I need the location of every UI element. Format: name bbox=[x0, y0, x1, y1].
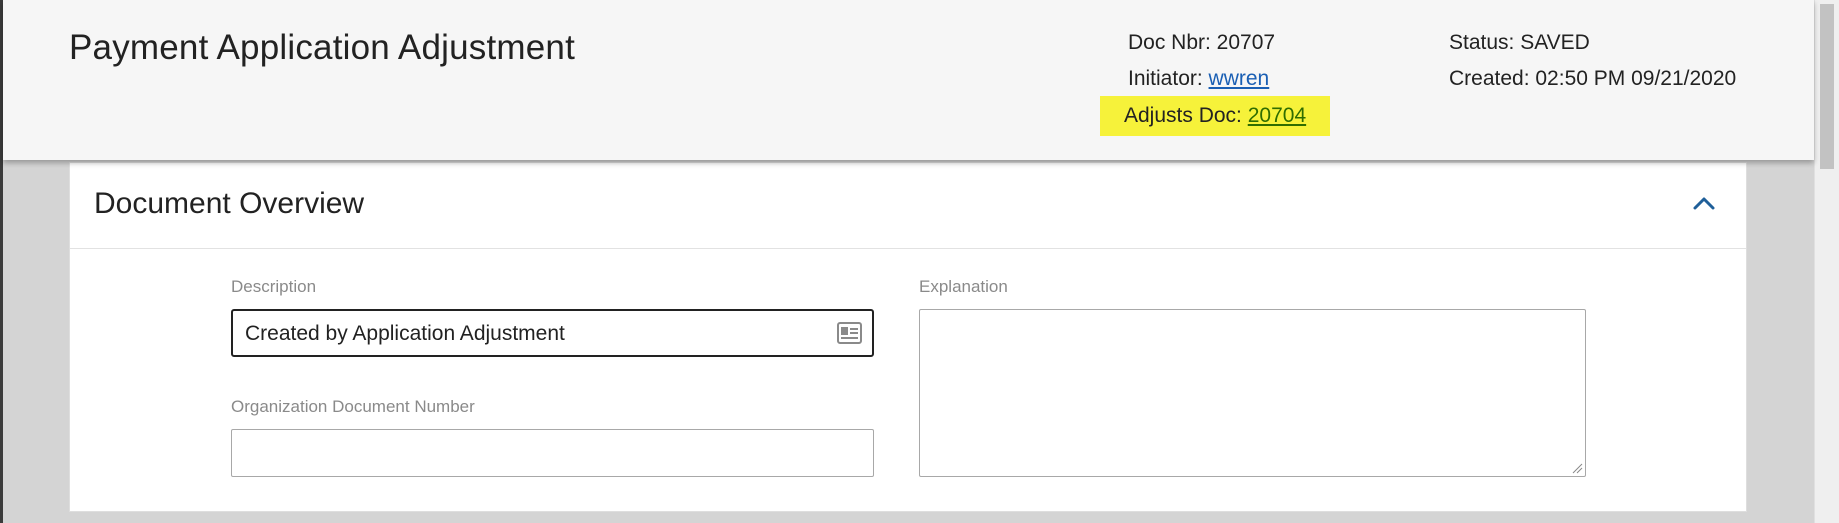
initiator-label: Initiator: bbox=[1128, 67, 1203, 90]
org-doc-number-label: Organization Document Number bbox=[231, 397, 475, 416]
id-card-icon[interactable] bbox=[837, 322, 862, 344]
adjusts-doc-row: Adjusts Doc: 20704 bbox=[1100, 96, 1331, 136]
page-title: Payment Application Adjustment bbox=[69, 28, 576, 67]
chevron-up-icon[interactable] bbox=[1692, 195, 1716, 211]
created-timestamp: Created: 02:50 PM 09/21/2020 bbox=[1449, 67, 1737, 90]
org-doc-number-input[interactable] bbox=[231, 429, 874, 477]
description-label: Description bbox=[231, 277, 317, 296]
document-overview-panel: Document Overview Description Created by… bbox=[69, 162, 1747, 512]
adjusts-doc-link[interactable]: 20704 bbox=[1248, 104, 1306, 127]
resize-grip-icon[interactable] bbox=[1571, 462, 1583, 474]
description-input[interactable]: Created by Application Adjustment bbox=[231, 309, 874, 357]
explanation-label: Explanation bbox=[919, 277, 1008, 296]
initiator-link[interactable]: wwren bbox=[1209, 67, 1270, 90]
explanation-textarea[interactable] bbox=[919, 309, 1586, 477]
description-value: Created by Application Adjustment bbox=[245, 322, 565, 345]
doc-number: Doc Nbr: 20707 bbox=[1128, 31, 1276, 54]
adjusts-doc-label: Adjusts Doc: bbox=[1124, 104, 1242, 127]
document-header: Payment Application Adjustment Doc Nbr: … bbox=[3, 0, 1814, 160]
vertical-scrollbar[interactable] bbox=[1814, 0, 1839, 523]
document-overview-header[interactable]: Document Overview bbox=[70, 163, 1746, 249]
status-text: Status: SAVED bbox=[1449, 31, 1590, 54]
scrollbar-thumb[interactable] bbox=[1820, 4, 1834, 169]
section-title: Document Overview bbox=[94, 187, 365, 220]
initiator-row: Initiator: wwren bbox=[1128, 67, 1269, 91]
